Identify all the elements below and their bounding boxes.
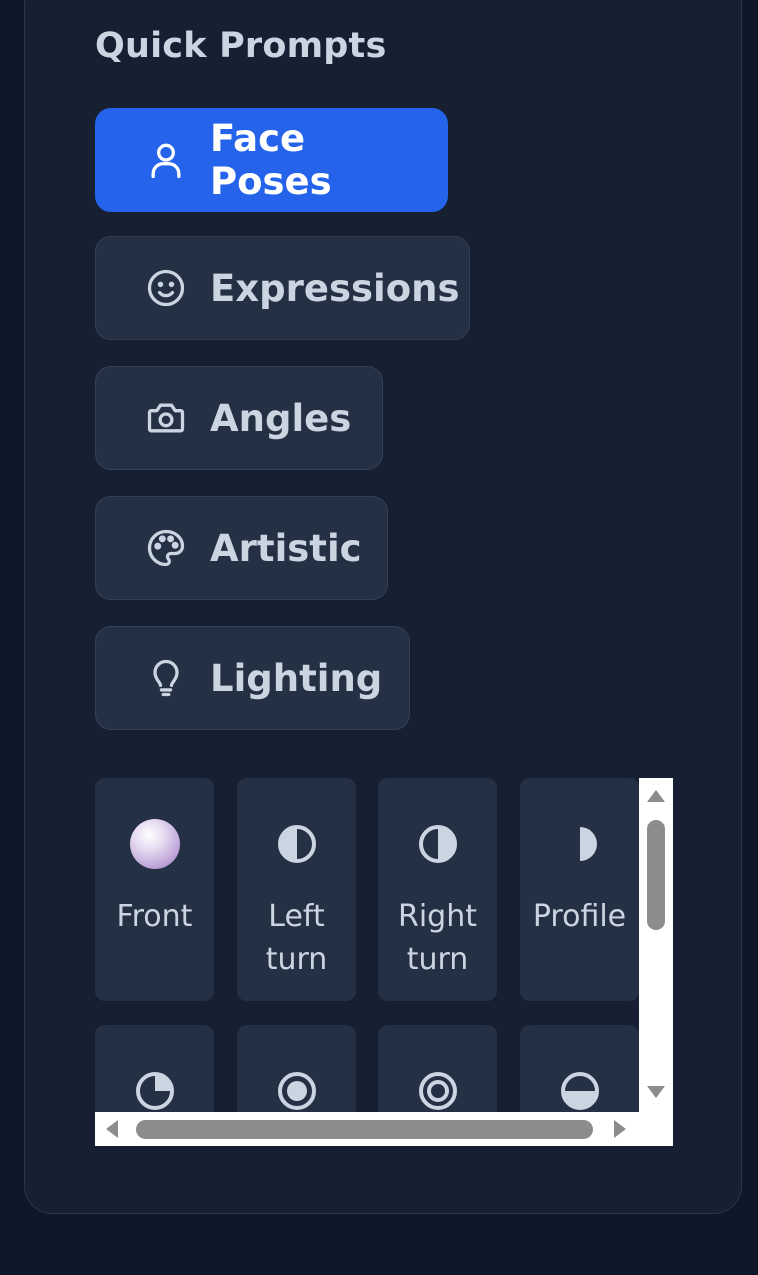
pose-grid-scroll-area[interactable]: Front Left turn Right turn Profile <box>95 778 673 1146</box>
pose-tile[interactable] <box>378 1025 497 1112</box>
scroll-down-arrow-icon[interactable] <box>646 1084 666 1100</box>
pose-tile[interactable] <box>237 1025 356 1112</box>
user-icon <box>144 138 188 182</box>
category-label: Lighting <box>210 656 383 700</box>
category-label: Expressions <box>210 266 460 310</box>
section-title: Quick Prompts <box>95 26 387 66</box>
pose-tile-front[interactable]: Front <box>95 778 214 1001</box>
category-lighting-button[interactable]: Lighting <box>95 626 410 730</box>
pose-label: Front <box>116 899 193 934</box>
category-label: Face Poses <box>210 117 332 203</box>
quarter-circle-icon <box>95 1065 214 1112</box>
lightbulb-icon <box>144 656 188 700</box>
pose-tile-left-turn[interactable]: Left turn <box>237 778 356 1001</box>
horizontal-scrollbar-thumb[interactable] <box>136 1120 593 1139</box>
scroll-right-arrow-icon[interactable] <box>612 1119 628 1139</box>
pose-label: Profile <box>532 899 627 934</box>
pose-label: Left turn <box>265 899 328 977</box>
category-artistic-button[interactable]: Artistic <box>95 496 388 600</box>
pose-tile-right-turn[interactable]: Right turn <box>378 778 497 1001</box>
pose-grid: Front Left turn Right turn Profile <box>95 778 639 1112</box>
pose-tile-profile[interactable]: Profile <box>520 778 639 1001</box>
vertical-scrollbar[interactable] <box>639 778 673 1112</box>
pose-label: Right turn <box>398 899 477 977</box>
category-angles-button[interactable]: Angles <box>95 366 383 470</box>
pose-tile[interactable] <box>520 1025 639 1112</box>
half-moon-icon <box>520 818 639 870</box>
palette-icon <box>144 526 188 570</box>
circled-dot-icon <box>237 1065 356 1112</box>
bottom-half-circle-icon <box>520 1065 639 1112</box>
category-face-poses-button[interactable]: Face Poses <box>95 108 448 212</box>
camera-icon <box>144 396 188 440</box>
half-circle-right-icon <box>378 818 497 870</box>
smile-icon <box>144 266 188 310</box>
scroll-left-arrow-icon[interactable] <box>104 1119 120 1139</box>
half-circle-left-icon <box>237 818 356 870</box>
bullseye-icon <box>378 1065 497 1112</box>
horizontal-scrollbar[interactable] <box>95 1112 673 1146</box>
sphere-icon <box>95 818 214 870</box>
category-label: Artistic <box>210 526 362 570</box>
vertical-scrollbar-thumb[interactable] <box>647 820 665 930</box>
category-expressions-button[interactable]: Expressions <box>95 236 470 340</box>
pose-tile[interactable] <box>95 1025 214 1112</box>
scroll-up-arrow-icon[interactable] <box>646 788 666 804</box>
category-label: Angles <box>210 396 352 440</box>
